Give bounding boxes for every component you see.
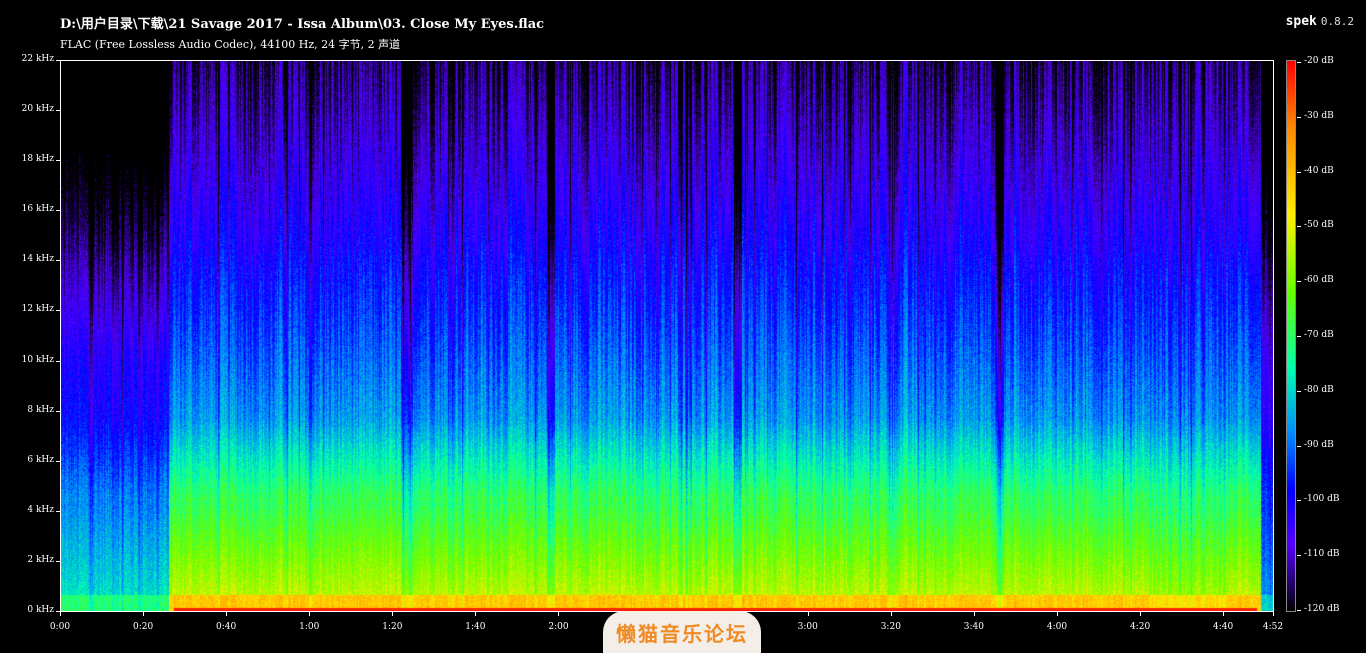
time-tick-mark <box>143 612 145 616</box>
time-tick-mark <box>890 612 892 616</box>
time-tick-label: 0:20 <box>132 622 154 632</box>
time-tick-label: 1:00 <box>299 622 320 632</box>
frequency-tick-mark <box>56 210 60 212</box>
decibel-tick-mark <box>1297 555 1301 557</box>
frequency-tick-mark <box>56 460 60 462</box>
app-name: spek <box>1285 14 1317 29</box>
time-tick-label: 4:40 <box>1213 622 1234 632</box>
time-tick-label: 3:20 <box>880 622 901 632</box>
spectrogram-canvas[interactable] <box>61 61 1273 611</box>
time-tick-mark <box>60 612 61 616</box>
time-tick-mark <box>1223 612 1225 616</box>
decibel-tick-label: -60 dB <box>1304 275 1334 286</box>
time-tick-mark <box>807 612 809 616</box>
decibel-tick-mark <box>1297 226 1301 228</box>
file-path-title: D:\用户目录\下载\21 Savage 2017 - Issa Album\0… <box>60 17 545 32</box>
decibel-tick-label: -80 dB <box>1304 384 1334 395</box>
decibel-tick-mark <box>1297 171 1301 173</box>
watermark-text: 懒猫音乐论坛 <box>616 621 748 646</box>
decibel-tick-label: -90 dB <box>1304 439 1334 450</box>
time-tick-mark <box>973 612 975 616</box>
spectrogram-plot[interactable] <box>60 60 1274 612</box>
frequency-tick-mark <box>56 310 60 312</box>
decibel-tick-mark <box>1297 336 1301 337</box>
time-tick-label: 3:40 <box>963 622 984 632</box>
frequency-tick-mark <box>56 60 60 61</box>
app-version: 0.8.2 <box>1320 15 1354 28</box>
frequency-tick-label: 2 kHz <box>27 554 54 565</box>
decibel-tick-mark <box>1297 610 1301 611</box>
frequency-tick-label: 16 kHz <box>21 204 54 215</box>
decibel-tick-mark <box>1297 116 1301 118</box>
frequency-tick-mark <box>56 510 60 512</box>
frequency-tick-mark <box>56 160 60 162</box>
time-tick-label: 4:00 <box>1046 622 1068 632</box>
frequency-tick-label: 8 kHz <box>27 404 54 415</box>
time-tick-mark <box>475 612 477 616</box>
frequency-tick-label: 12 kHz <box>21 304 54 315</box>
frequency-tick-mark <box>56 560 60 562</box>
frequency-tick-label: 14 kHz <box>21 254 54 265</box>
decibel-tick-label: -70 dB <box>1304 330 1334 340</box>
frequency-tick-mark <box>56 360 60 362</box>
time-tick-mark <box>309 612 311 616</box>
frequency-tick-label: 0 kHz <box>27 605 54 615</box>
decibel-tick-mark <box>1297 390 1301 392</box>
decibel-tick-label: -120 dB <box>1304 604 1340 614</box>
frequency-tick-label: 6 kHz <box>27 454 54 465</box>
time-tick-mark <box>1056 612 1058 616</box>
time-tick-mark <box>1273 612 1274 616</box>
time-tick-label: 0:00 <box>49 622 71 632</box>
frequency-tick-mark <box>56 260 60 262</box>
decibel-tick-mark <box>1297 62 1301 63</box>
decibel-tick-label: -20 dB <box>1304 56 1334 66</box>
time-tick-label: 1:20 <box>382 622 403 632</box>
forum-watermark: 懒猫音乐论坛 <box>603 611 761 653</box>
frequency-tick-label: 18 kHz <box>21 154 54 165</box>
time-tick-mark <box>392 612 394 616</box>
time-tick-label: 1:40 <box>465 622 486 632</box>
decibel-tick-mark <box>1297 445 1301 447</box>
frequency-tick-mark <box>56 110 60 112</box>
time-tick-label: 0:40 <box>216 622 237 632</box>
decibel-tick-label: -30 dB <box>1304 110 1334 121</box>
app-brand: spek 0.8.2 <box>1286 14 1354 29</box>
time-tick-label: 4:52 <box>1262 622 1284 632</box>
time-tick-label: 3:00 <box>797 622 818 632</box>
frequency-tick-label: 22 kHz <box>21 54 54 64</box>
time-tick-mark <box>1140 612 1142 616</box>
frequency-tick-label: 20 kHz <box>21 104 54 115</box>
frequency-tick-label: 10 kHz <box>21 354 54 365</box>
time-tick-mark <box>558 612 560 616</box>
time-tick-mark <box>226 612 228 616</box>
decibel-tick-label: -100 dB <box>1304 494 1340 505</box>
decibel-tick-label: -50 dB <box>1304 220 1334 231</box>
decibel-tick-label: -40 dB <box>1304 165 1334 176</box>
frequency-tick-label: 4 kHz <box>27 504 54 515</box>
decibel-colorbar <box>1286 60 1296 612</box>
codec-info: FLAC (Free Lossless Audio Codec), 44100 … <box>60 38 401 51</box>
decibel-tick-mark <box>1297 500 1301 502</box>
time-tick-label: 2:00 <box>548 622 569 632</box>
decibel-tick-label: -110 dB <box>1304 549 1340 560</box>
decibel-tick-mark <box>1297 281 1301 283</box>
time-tick-label: 4:20 <box>1129 622 1151 632</box>
frequency-tick-mark <box>56 410 60 412</box>
